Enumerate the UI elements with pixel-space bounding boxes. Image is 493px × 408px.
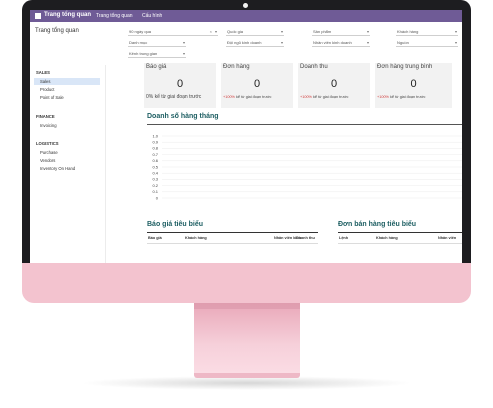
sidebar: SALES Sales Product Point of Sale FINANC… xyxy=(30,65,105,263)
y-tick-label: 0.7 xyxy=(152,152,158,157)
filter-medium[interactable]: Kênh trung gian ▾ xyxy=(128,50,186,58)
y-tick-label: 0.3 xyxy=(152,177,158,182)
sidebar-section-sales: SALES xyxy=(36,70,50,75)
app-title[interactable]: Trang tổng quan xyxy=(44,12,91,18)
chevron-down-icon: ▾ xyxy=(214,29,217,34)
sidebar-item-purchase[interactable]: Purchase xyxy=(34,149,100,156)
y-tick-label: 0 xyxy=(156,195,159,200)
sidebar-item-sales[interactable]: Sales xyxy=(34,78,100,85)
sidebar-item-vendors[interactable]: Vendors xyxy=(34,157,100,164)
chevron-down-icon: ▾ xyxy=(454,29,457,34)
chevron-down-icon: ▾ xyxy=(280,29,283,34)
sidebar-item-invoicing[interactable]: Invoicing xyxy=(34,122,100,129)
screen: Trang tổng quan Trang tổng quan Cấu hình… xyxy=(30,10,462,263)
y-tick-label: 0.2 xyxy=(152,183,158,188)
chevron-down-icon: ▾ xyxy=(366,29,369,34)
y-tick-label: 1.0 xyxy=(152,133,158,138)
monthly-sales-chart: 1.0 0.90.80.70.60.5 0.40.30.20.10 xyxy=(152,133,462,200)
column-header[interactable]: Khách hàng xyxy=(185,236,207,240)
top-quotes-title: Báo giá tiêu biểu xyxy=(147,221,204,228)
kpi-change: 0% xyxy=(146,94,154,100)
monitor-stand xyxy=(194,303,300,373)
y-tick-label: 0.8 xyxy=(152,146,158,151)
filter-country[interactable]: Quốc gia ▾ xyxy=(226,28,284,36)
sidebar-item-product[interactable]: Product xyxy=(34,86,100,93)
clear-icon[interactable]: × xyxy=(210,29,212,34)
table-row-divider xyxy=(338,243,462,244)
filter-salesperson[interactable]: Nhân viên kinh doanh ▾ xyxy=(312,39,370,47)
app-grid-icon[interactable] xyxy=(35,13,41,19)
nav-configuration[interactable]: Cấu hình xyxy=(142,13,162,19)
column-header[interactable]: Doanh thu xyxy=(296,236,315,240)
chevron-down-icon: ▾ xyxy=(280,40,283,45)
filter-customer[interactable]: Khách hàng ▾ xyxy=(396,28,458,36)
page-title: Trang tổng quan xyxy=(35,28,79,34)
filter-category[interactable]: Danh mục ▾ xyxy=(128,39,186,47)
top-orders-title: Đơn bán hàng tiêu biểu xyxy=(338,221,417,228)
sidebar-section-finance: FINANCE xyxy=(36,114,55,119)
chevron-down-icon: ▾ xyxy=(454,40,457,45)
sidebar-section-logistics: LOGISTICS xyxy=(36,141,59,146)
chevron-down-icon: ▾ xyxy=(182,40,185,45)
y-tick-label: 0.6 xyxy=(152,158,158,163)
y-tick-label: 0.1 xyxy=(152,189,158,194)
filter-product[interactable]: Sản phẩm ▾ xyxy=(312,28,370,36)
kpi-average-order[interactable]: Đơn hàng trung bình 0 +100% kể từ giai đ… xyxy=(375,63,452,108)
stand-shadow xyxy=(80,376,413,390)
top-quotes-rule xyxy=(147,232,318,233)
stand-shade xyxy=(194,303,300,309)
column-header[interactable]: Khách hàng xyxy=(376,236,398,240)
column-header[interactable]: Lệnh xyxy=(339,236,348,240)
column-header[interactable]: Nhân viên xyxy=(438,236,456,240)
chevron-down-icon: ▾ xyxy=(366,40,369,45)
kpi-change: +100% xyxy=(223,95,235,99)
column-header[interactable]: Báo giá xyxy=(148,236,162,240)
kpi-change: +100% xyxy=(377,95,389,99)
y-tick-label: 0.5 xyxy=(152,164,158,169)
filter-sales-team[interactable]: Đội ngũ kinh doanh ▾ xyxy=(226,39,284,47)
sidebar-item-point-of-sale[interactable]: Point of Sale xyxy=(34,94,100,101)
sidebar-divider xyxy=(105,65,106,263)
filter-source[interactable]: Nguồn ▾ xyxy=(396,39,458,47)
kpi-orders[interactable]: Đơn hàng 0 +100% kể từ giai đoạn trước xyxy=(221,63,293,108)
stand-foot xyxy=(194,373,300,378)
kpi-revenue[interactable]: Doanh thu 0 +100% kể từ giai đoạn trước xyxy=(298,63,370,108)
filter-period[interactable]: 90 ngày qua × ▾ xyxy=(128,28,218,36)
y-tick-label: 0.4 xyxy=(152,171,158,176)
monitor-chin xyxy=(22,263,471,303)
chevron-down-icon: ▾ xyxy=(182,51,185,56)
nav-dashboard[interactable]: Trang tổng quan xyxy=(96,13,133,19)
y-tick-label: 0.9 xyxy=(152,140,158,145)
monthly-sales-title: Doanh số hàng tháng xyxy=(147,113,219,120)
top-orders-rule xyxy=(338,232,462,233)
kpi-quotes[interactable]: Báo giá 0 0% kể từ giai đoạn trước xyxy=(144,63,216,108)
camera-icon xyxy=(243,3,248,8)
table-row-divider xyxy=(147,243,318,244)
sidebar-item-inventory[interactable]: Inventory On Hand xyxy=(34,165,100,172)
top-navbar: Trang tổng quan Trang tổng quan Cấu hình xyxy=(30,10,462,22)
monthly-sales-rule xyxy=(147,124,462,125)
kpi-change: +100% xyxy=(300,95,312,99)
